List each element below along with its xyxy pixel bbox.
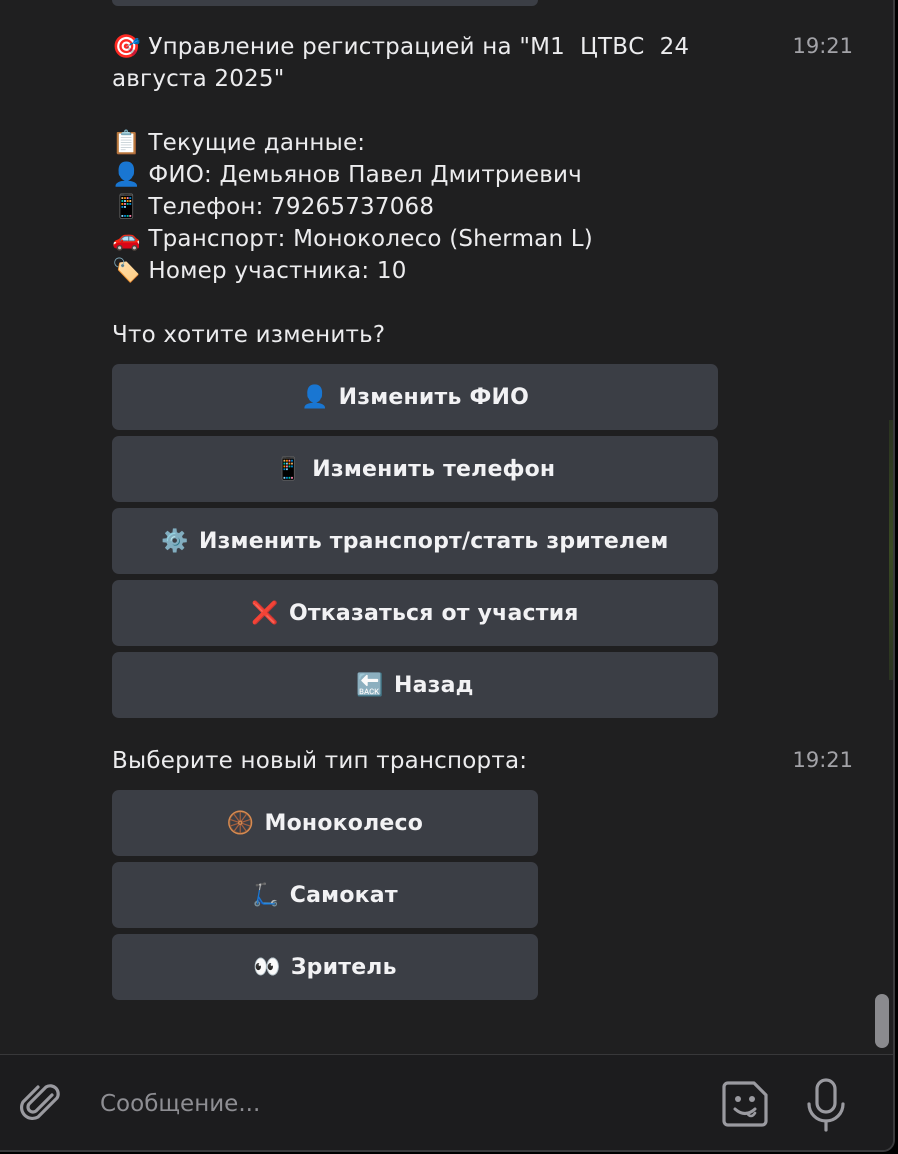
button-label: Изменить ФИО	[338, 384, 529, 410]
back-button[interactable]: 🔙 Назад	[112, 652, 718, 718]
message-line: 📱 Телефон: 79265737068	[112, 194, 435, 220]
message-choose-transport: Выберите новый тип транспорта:	[112, 745, 732, 777]
change-transport-button[interactable]: ⚙️ Изменить транспорт/стать зрителем	[112, 508, 718, 574]
chat-window: 🎯 Управление регистрацией на "М1 ЦТВС 24…	[0, 0, 895, 1152]
back-arrow-icon: 🔙	[356, 672, 384, 698]
button-label: Отказаться от участия	[288, 600, 579, 626]
button-label: Назад	[393, 672, 474, 698]
message-composer: Сообщение...	[0, 1054, 893, 1150]
wheel-icon: 🛞	[226, 810, 255, 836]
message-registration-management: 🎯 Управление регистрацией на "М1 ЦТВС 24…	[112, 31, 732, 351]
message-time: 19:21	[792, 748, 853, 772]
previous-keyboard-button[interactable]	[112, 0, 538, 6]
spectator-button[interactable]: 👀 Зритель	[112, 934, 538, 1000]
message-input[interactable]: Сообщение...	[100, 1091, 260, 1117]
sticker-icon[interactable]	[718, 1077, 772, 1131]
change-phone-button[interactable]: 📱 Изменить телефон	[112, 436, 718, 502]
gear-icon: ⚙️	[161, 528, 189, 554]
message-time: 19:21	[792, 34, 853, 58]
message-line: Что хотите изменить?	[112, 322, 386, 348]
scrollbar-thumb[interactable]	[875, 994, 889, 1048]
message-line: 🚗 Транспорт: Моноколесо (Sherman L)	[112, 226, 593, 252]
microphone-icon[interactable]	[804, 1077, 848, 1133]
cancel-participation-button[interactable]: ❌ Отказаться от участия	[112, 580, 718, 646]
user-icon: 👤	[301, 384, 329, 410]
paperclip-icon[interactable]	[18, 1079, 66, 1127]
button-label: Изменить телефон	[312, 456, 556, 482]
message-line: 📋 Текущие данные:	[112, 130, 366, 156]
message-line: августа 2025"	[112, 66, 285, 92]
phone-icon: 📱	[274, 456, 303, 482]
scooter-button[interactable]: 🛴 Самокат	[112, 862, 538, 928]
change-name-button[interactable]: 👤 Изменить ФИО	[112, 364, 718, 430]
message-line	[112, 95, 732, 127]
scooter-icon: 🛴	[252, 882, 280, 908]
inline-keyboard-transport: 🛞 Моноколесо 🛴 Самокат 👀 Зритель	[112, 790, 538, 1000]
eyes-icon: 👀	[253, 954, 281, 980]
message-line: 👤 ФИО: Демьянов Павел Дмитриевич	[112, 162, 582, 188]
message-list[interactable]: 🎯 Управление регистрацией на "М1 ЦТВС 24…	[0, 0, 893, 1054]
cross-icon: ❌	[251, 600, 279, 626]
message-line: Выберите новый тип транспорта:	[112, 748, 528, 774]
button-label: Изменить транспорт/стать зрителем	[198, 528, 669, 554]
button-label: Зритель	[290, 954, 397, 980]
button-label: Самокат	[289, 882, 398, 908]
message-line	[112, 287, 732, 319]
button-label: Моноколесо	[264, 810, 424, 836]
monowheel-button[interactable]: 🛞 Моноколесо	[112, 790, 538, 856]
message-line: 🏷️ Номер участника: 10	[112, 258, 407, 284]
message-line: 🎯 Управление регистрацией на "М1 ЦТВС 24	[112, 34, 690, 60]
inline-keyboard-registration: 👤 Изменить ФИО 📱 Изменить телефон ⚙️ Изм…	[112, 364, 718, 718]
